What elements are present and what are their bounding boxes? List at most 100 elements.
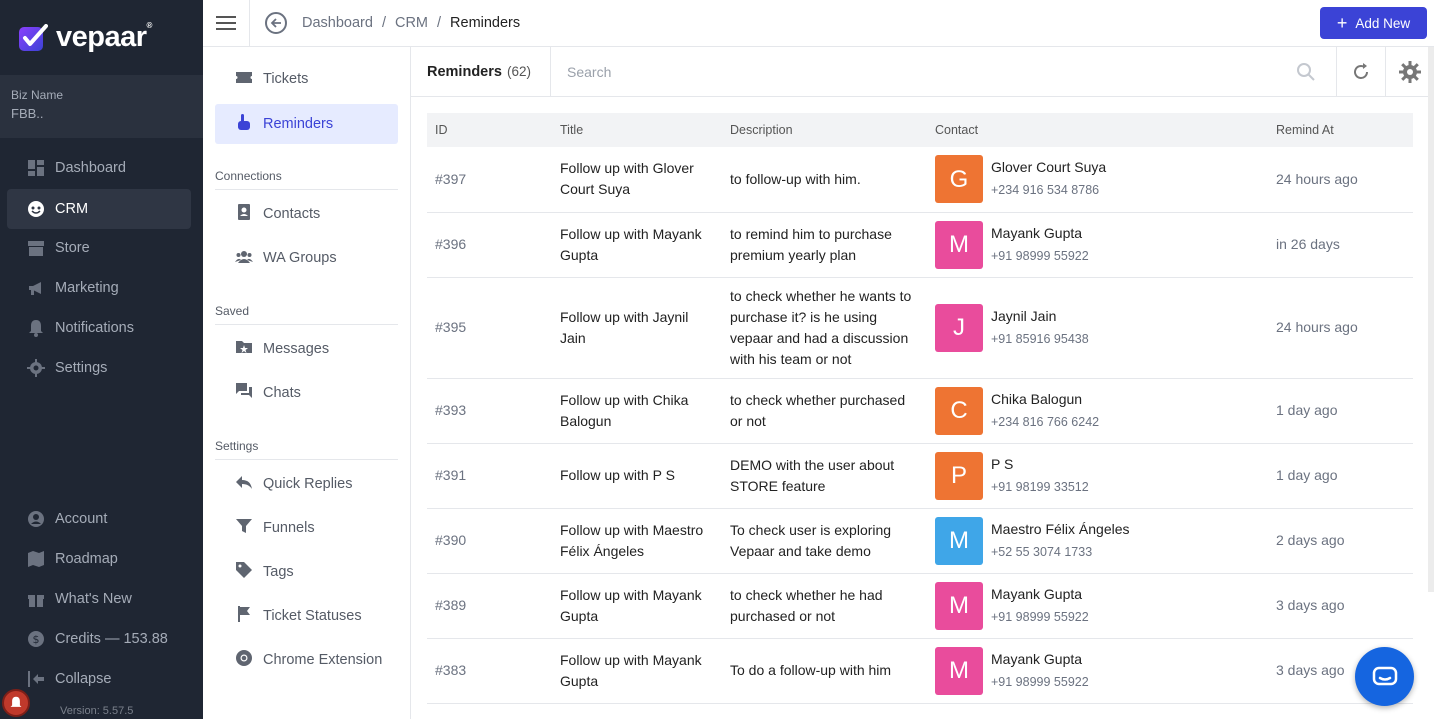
- breadcrumb-crm[interactable]: CRM: [395, 15, 428, 31]
- nav-whats-new[interactable]: What's New: [7, 579, 191, 619]
- submenu-label: Quick Replies: [263, 476, 353, 492]
- nav-label: Credits — 153.88: [55, 631, 168, 647]
- submenu-funnels[interactable]: Funnels: [215, 508, 398, 548]
- contact-name: Mayank Gupta: [991, 224, 1083, 241]
- column-header-remind-at[interactable]: Remind At: [1268, 113, 1413, 147]
- notification-alert-button[interactable]: [2, 689, 30, 717]
- brand-logo[interactable]: vepaar®: [0, 0, 203, 75]
- submenu-contacts[interactable]: Contacts: [215, 194, 398, 234]
- nav-crm[interactable]: CRM: [7, 189, 191, 229]
- page-scrollbar[interactable]: [1428, 47, 1434, 592]
- nav-marketing[interactable]: Marketing: [7, 268, 191, 308]
- reminder-title: Follow up with Jaynil Jain: [552, 277, 722, 379]
- nav-notifications[interactable]: Notifications: [7, 308, 191, 348]
- folder-star-icon: [235, 338, 253, 360]
- settings-button[interactable]: [1385, 47, 1434, 96]
- back-button[interactable]: [265, 12, 287, 34]
- table-row[interactable]: #391 Follow up with P S DEMO with the user…: [427, 443, 1413, 509]
- search-icon[interactable]: [1296, 62, 1316, 85]
- reminder-id[interactable]: #397: [427, 147, 552, 213]
- submenu-tags[interactable]: Tags: [215, 552, 398, 592]
- submenu-label: Chrome Extension: [263, 652, 383, 668]
- nav-dashboard[interactable]: Dashboard: [7, 148, 191, 188]
- avatar: M: [935, 581, 983, 630]
- reminder-id[interactable]: #389: [427, 573, 552, 639]
- table-row[interactable]: #396 Follow up with Mayank Gupta to remind…: [427, 212, 1413, 278]
- submenu-chrome-extension[interactable]: Chrome Extension: [215, 640, 398, 680]
- table-row[interactable]: #389 Follow up with Mayank Gupta to check …: [427, 573, 1413, 639]
- table-row[interactable]: #393 Follow up with Chika Balogun to check…: [427, 378, 1413, 444]
- reminder-title: Follow up with Mayank Gupta: [552, 212, 722, 278]
- gear-icon: [27, 359, 45, 377]
- column-header-title[interactable]: Title: [552, 113, 722, 147]
- contact-name: Chika Balogun: [991, 390, 1083, 407]
- people-group-icon: [235, 247, 253, 269]
- reminder-contact[interactable]: M Mayank Gupta +91 98999 55922: [927, 638, 1268, 704]
- submenu-label: Contacts: [263, 206, 321, 222]
- business-selector[interactable]: Biz Name FBB..: [0, 75, 203, 138]
- section-heading-settings: Settings: [215, 439, 398, 460]
- bell-icon: [27, 319, 45, 337]
- refresh-button[interactable]: [1336, 47, 1385, 96]
- submenu-chats[interactable]: Chats: [215, 373, 398, 413]
- reminder-id[interactable]: #391: [427, 443, 552, 509]
- search-input[interactable]: [567, 63, 1267, 80]
- submenu-label: WA Groups: [263, 250, 337, 266]
- refresh-icon: [1354, 62, 1368, 79]
- reminder-id[interactable]: #383: [427, 638, 552, 704]
- crm-icon: [27, 200, 45, 218]
- submenu-quick-replies[interactable]: Quick Replies: [215, 464, 398, 504]
- reminder-contact[interactable]: P P S +91 98199 33512: [927, 443, 1268, 509]
- list-title: Reminders (62): [411, 47, 551, 96]
- reminder-id[interactable]: #395: [427, 277, 552, 379]
- reminder-contact[interactable]: J Jaynil Jain +91 85916 95438: [927, 277, 1268, 379]
- nav-collapse[interactable]: Collapse: [7, 659, 191, 699]
- chrome-icon: [235, 649, 253, 671]
- biz-name-value: FBB..: [11, 106, 44, 121]
- reminder-title: Follow up with Mayank Gupta: [552, 638, 722, 704]
- nav-label: Settings: [55, 360, 108, 376]
- reminder-contact[interactable]: M Mayank Gupta +91 98999 55922: [927, 212, 1268, 278]
- submenu-tickets[interactable]: Tickets: [215, 59, 398, 99]
- breadcrumb-separator: /: [437, 15, 442, 31]
- reminder-contact[interactable]: M Mayank Gupta +91 98999 55922: [927, 573, 1268, 639]
- collapse-icon: [27, 670, 45, 688]
- reminder-contact[interactable]: C Chika Balogun +234 816 766 6242: [927, 378, 1268, 444]
- hamburger-icon: [216, 16, 236, 30]
- column-header-description[interactable]: Description: [722, 113, 927, 147]
- nav-roadmap[interactable]: Roadmap: [7, 539, 191, 579]
- contact-name: Glover Court Suya: [991, 159, 1107, 176]
- nav-account[interactable]: Account: [7, 499, 191, 539]
- table-row[interactable]: #397 Follow up with Glover Court Suya to f…: [427, 147, 1413, 213]
- reminder-id[interactable]: #393: [427, 378, 552, 444]
- submenu-messages[interactable]: Messages: [215, 329, 398, 369]
- table-row[interactable]: #383 Follow up with Mayank Gupta To do a f…: [427, 638, 1413, 704]
- gear-icon: [1399, 60, 1421, 83]
- breadcrumb-dashboard[interactable]: Dashboard: [302, 15, 373, 31]
- submenu-wa-groups[interactable]: WA Groups: [215, 238, 398, 278]
- nav-credits[interactable]: $ Credits — 153.88: [7, 619, 191, 659]
- list-count: (62): [506, 64, 531, 79]
- menu-toggle-button[interactable]: [203, 0, 250, 47]
- submenu-label: Reminders: [263, 116, 334, 132]
- nav-store[interactable]: Store: [7, 228, 191, 268]
- submenu-reminders[interactable]: Reminders: [215, 104, 398, 144]
- add-new-button[interactable]: + Add New: [1320, 7, 1427, 39]
- table-row[interactable]: #395 Follow up with Jaynil Jain to check w…: [427, 277, 1413, 379]
- add-new-label: Add New: [1355, 15, 1411, 31]
- reminder-id[interactable]: #396: [427, 212, 552, 278]
- nav-label: CRM: [55, 201, 89, 217]
- submenu-ticket-statuses[interactable]: Ticket Statuses: [215, 596, 398, 636]
- column-header-contact[interactable]: Contact: [927, 113, 1268, 147]
- contact-phone: +91 98199 33512: [991, 479, 1089, 494]
- reminder-id[interactable]: #390: [427, 508, 552, 574]
- reminder-contact[interactable]: M Maestro Félix Ángeles +52 55 3074 1733: [927, 508, 1268, 574]
- reminder-description: DEMO with the user about STORE feature: [722, 443, 927, 509]
- column-header-id[interactable]: ID: [427, 113, 552, 147]
- chat-support-button[interactable]: [1355, 647, 1414, 706]
- table-header-row: ID Title Description Contact Remind At: [427, 113, 1413, 147]
- submenu-label: Chats: [263, 385, 301, 401]
- nav-settings[interactable]: Settings: [7, 348, 191, 388]
- reminder-contact[interactable]: G Glover Court Suya +234 916 534 8786: [927, 147, 1268, 213]
- table-row[interactable]: #390 Follow up with Maestro Félix Ángeles…: [427, 508, 1413, 574]
